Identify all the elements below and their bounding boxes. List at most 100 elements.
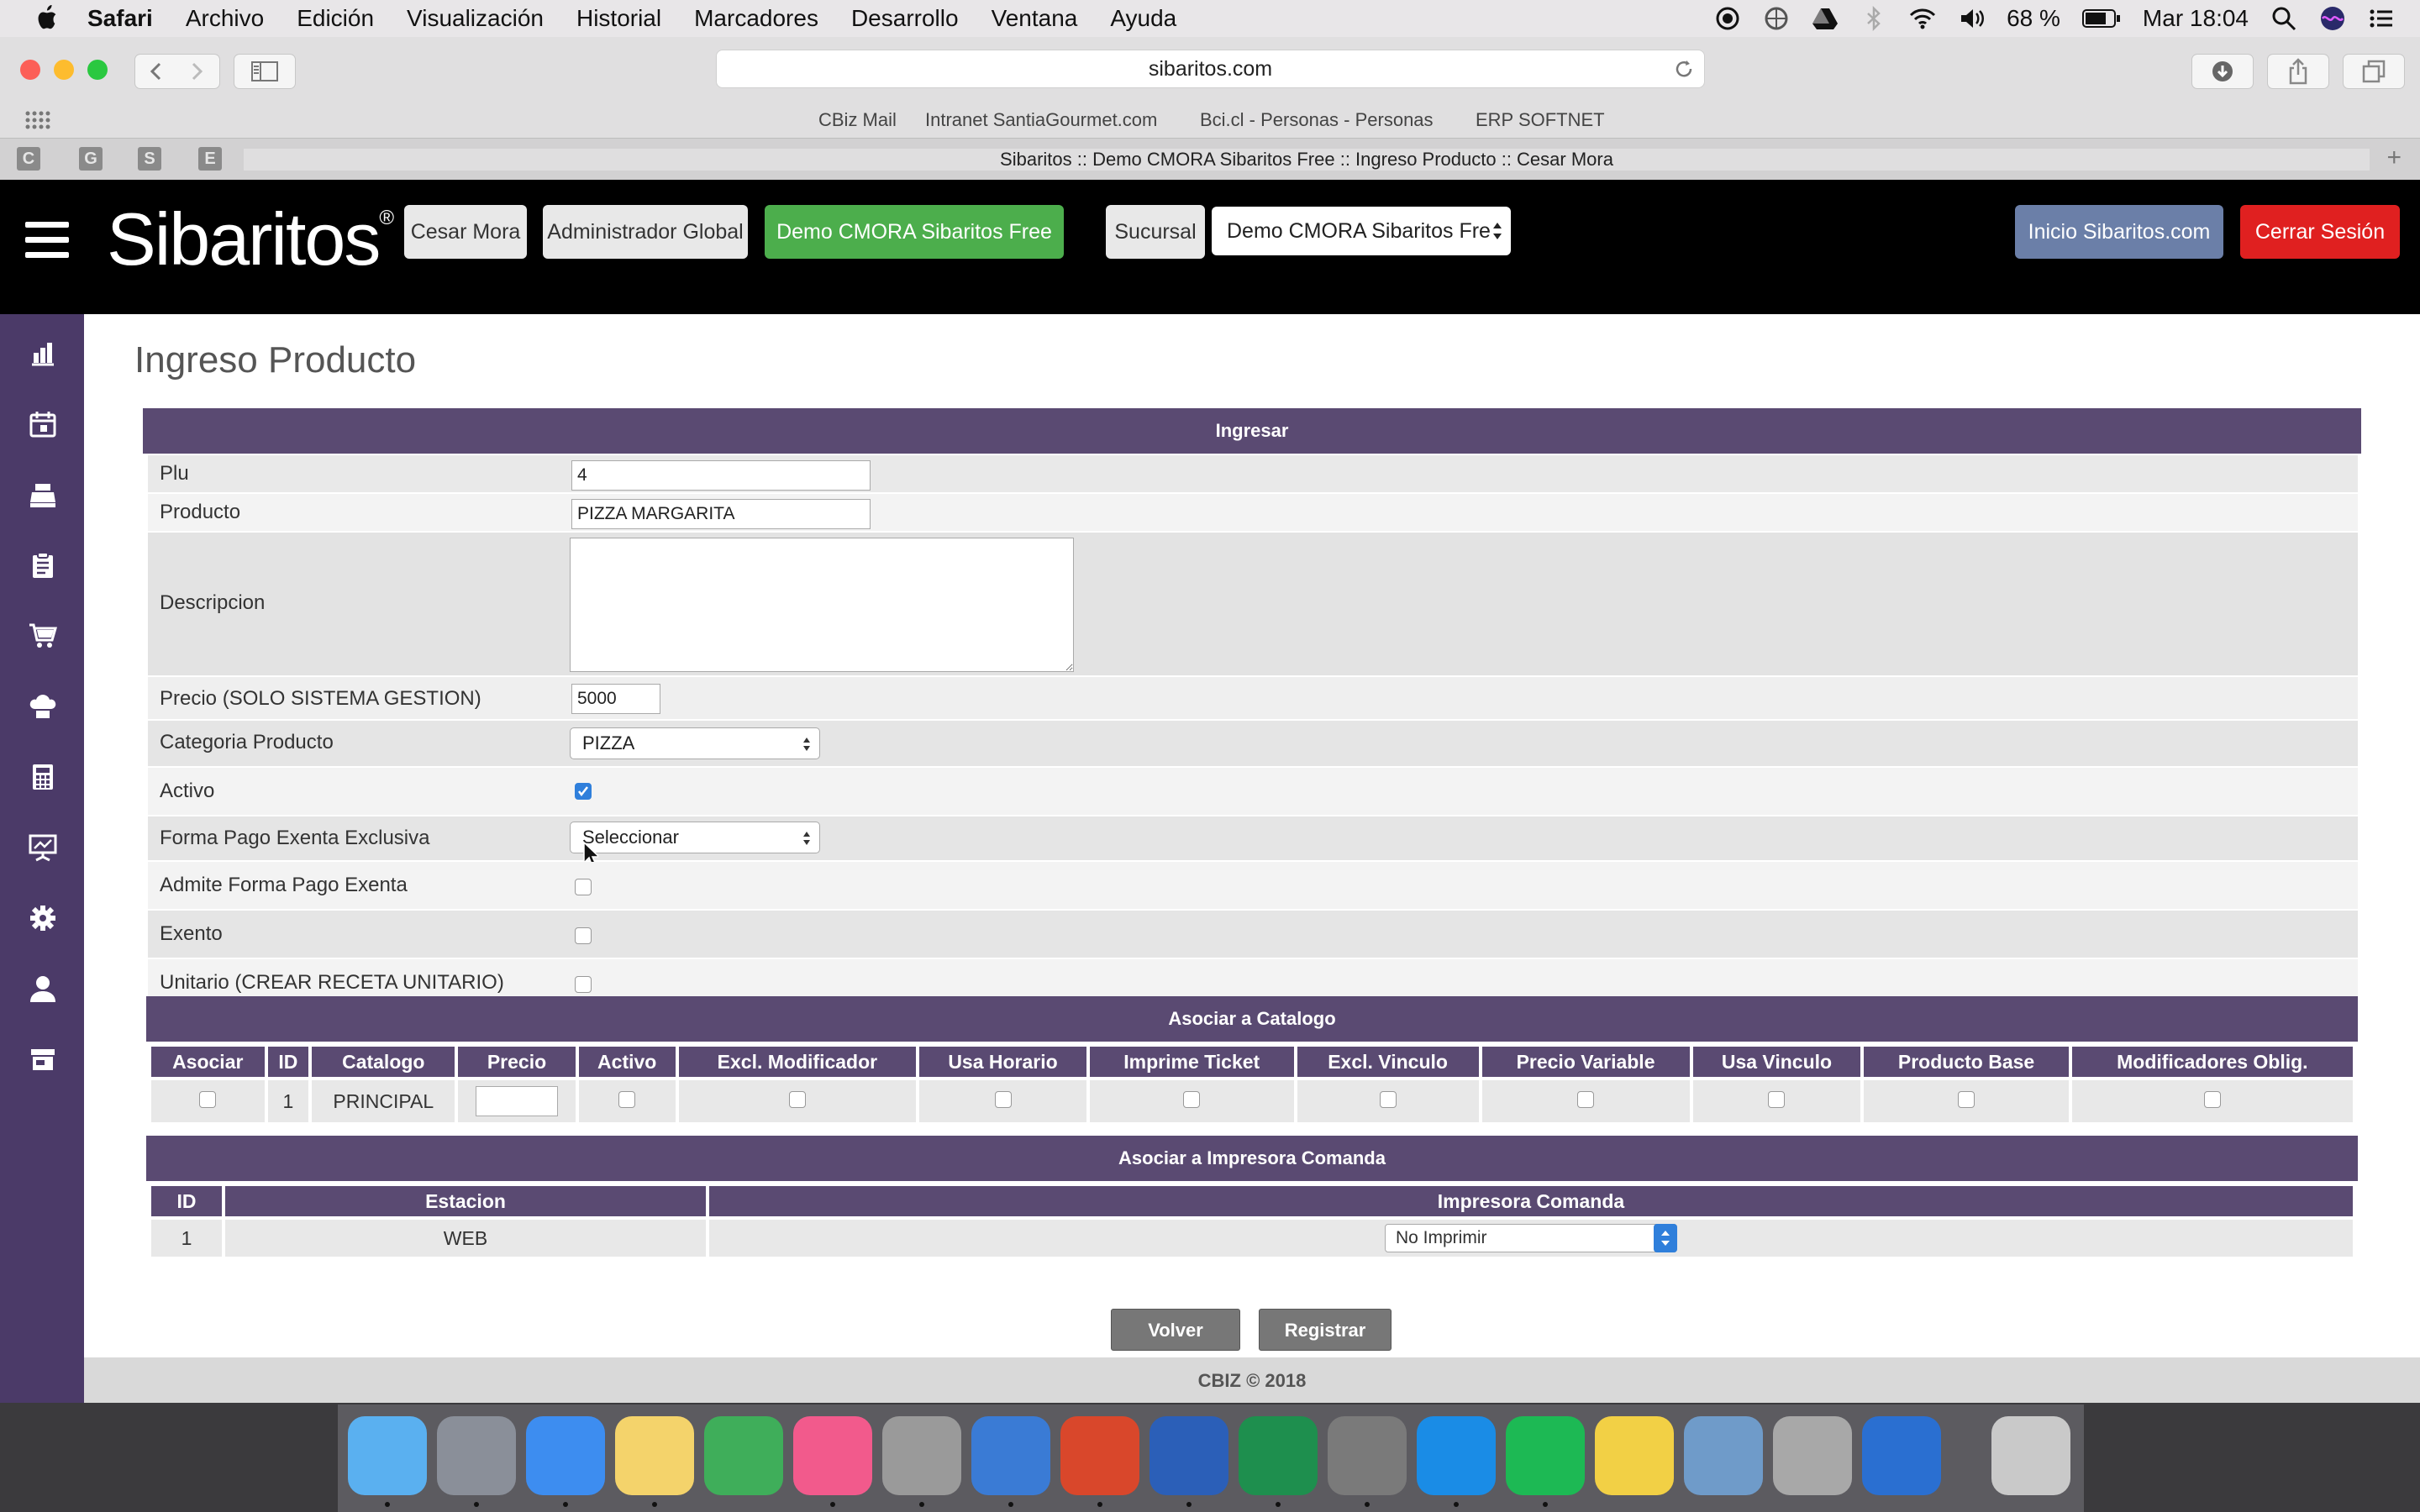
record-icon[interactable] — [1714, 5, 1741, 32]
branch-select[interactable]: Demo CMORA Sibaritos Fre — [1212, 207, 1511, 255]
favorite-cbiz-mail[interactable]: CBiz Mail — [818, 109, 897, 131]
pinned-tab-s[interactable]: S — [138, 147, 161, 171]
plu-input[interactable] — [571, 460, 871, 491]
excel-icon[interactable] — [1239, 1416, 1318, 1495]
calculator-icon[interactable] — [29, 763, 57, 791]
presentation-icon[interactable] — [29, 833, 57, 862]
imprime-ticket-checkbox[interactable] — [1183, 1090, 1201, 1108]
stickies-icon[interactable] — [1595, 1416, 1674, 1495]
minimize-window-button[interactable] — [54, 60, 74, 80]
brand-logo[interactable]: Sibaritos® — [107, 197, 394, 282]
admite-checkbox[interactable] — [575, 879, 592, 895]
itunes-icon[interactable] — [793, 1416, 872, 1495]
shopping-cart-icon[interactable] — [29, 622, 57, 650]
siri-icon[interactable] — [2319, 5, 2346, 32]
textedit-icon[interactable] — [615, 1416, 694, 1495]
modificadores-oblig-checkbox[interactable] — [2203, 1090, 2221, 1108]
menu-edicion[interactable]: Edición — [297, 5, 374, 32]
spotify-icon[interactable] — [1506, 1416, 1585, 1495]
branch-label-button[interactable]: Sucursal — [1106, 205, 1205, 259]
quicktime-icon[interactable] — [1862, 1416, 1941, 1495]
menu-archivo[interactable]: Archivo — [186, 5, 264, 32]
preview-icon[interactable] — [1684, 1416, 1763, 1495]
calendar-icon[interactable] — [29, 410, 57, 438]
trash-icon[interactable] — [1991, 1416, 2070, 1495]
maximize-window-button[interactable] — [87, 60, 108, 80]
chef-hat-icon[interactable] — [29, 692, 57, 721]
unitario-checkbox[interactable] — [575, 976, 592, 993]
menu-visualizacion[interactable]: Visualización — [407, 5, 544, 32]
pinned-tab-c[interactable]: C — [17, 147, 40, 171]
bar-chart-icon[interactable] — [29, 339, 57, 368]
excl-vinculo-checkbox[interactable] — [1379, 1090, 1397, 1108]
gear-icon[interactable] — [29, 904, 57, 932]
pinned-tab-g[interactable]: G — [79, 147, 103, 171]
excl-modificador-checkbox[interactable] — [788, 1090, 806, 1108]
menu-safari[interactable]: Safari — [87, 5, 153, 32]
precio-variable-checkbox[interactable] — [1577, 1090, 1595, 1108]
share-button[interactable] — [2267, 54, 2329, 89]
close-window-button[interactable] — [20, 60, 40, 80]
logout-button[interactable]: Cerrar Sesión — [2240, 205, 2400, 259]
precio-input[interactable] — [571, 684, 660, 714]
producto-base-checkbox[interactable] — [1958, 1090, 1975, 1108]
categoria-select[interactable]: PIZZA — [570, 727, 820, 759]
forward-arrow-icon[interactable] — [187, 61, 206, 81]
numbers-icon[interactable] — [704, 1416, 783, 1495]
reload-icon[interactable] — [1674, 59, 1694, 79]
user-button[interactable]: Cesar Mora — [404, 205, 527, 259]
favorite-bci[interactable]: Bci.cl - Personas - Personas — [1200, 109, 1434, 131]
printer-icon[interactable] — [1773, 1416, 1852, 1495]
apple-icon[interactable] — [34, 4, 59, 33]
notification-center-icon[interactable] — [2368, 5, 2395, 32]
keynote-icon[interactable] — [971, 1416, 1050, 1495]
tab-overview-button[interactable] — [2343, 54, 2405, 89]
catalogo-precio-input[interactable] — [476, 1086, 558, 1116]
clock[interactable]: Mar 18:04 — [2143, 5, 2249, 32]
descripcion-textarea[interactable] — [570, 538, 1074, 672]
favorite-intranet[interactable]: Intranet SantiaGourmet.com — [925, 109, 1157, 131]
home-button[interactable]: Inicio Sibaritos.com — [2015, 205, 2223, 259]
user-icon[interactable] — [29, 974, 57, 1003]
spotlight-search-icon[interactable] — [2270, 5, 2297, 32]
battery-icon[interactable] — [2081, 8, 2121, 29]
new-tab-button[interactable]: + — [2386, 144, 2402, 172]
menu-marcadores[interactable]: Marcadores — [694, 5, 818, 32]
powerpoint-icon[interactable] — [1060, 1416, 1139, 1495]
cash-register-icon[interactable] — [29, 480, 57, 509]
calculator-app-icon[interactable] — [882, 1416, 961, 1495]
launchpad-icon[interactable] — [437, 1416, 516, 1495]
system-preferences-icon[interactable] — [1328, 1416, 1407, 1495]
word-icon[interactable] — [1150, 1416, 1228, 1495]
sidebar-toggle-button[interactable] — [234, 54, 296, 89]
forma-pago-select[interactable]: Seleccionar — [570, 822, 820, 853]
menu-historial[interactable]: Historial — [576, 5, 661, 32]
company-button[interactable]: Demo CMORA Sibaritos Free — [765, 205, 1064, 259]
bluetooth-icon[interactable] — [1860, 5, 1887, 32]
favorite-erp-softnet[interactable]: ERP SOFTNET — [1476, 109, 1605, 131]
back-arrow-icon[interactable] — [147, 61, 166, 81]
volver-button[interactable]: Volver — [1111, 1309, 1240, 1351]
active-tab-title[interactable]: Sibaritos :: Demo CMORA Sibaritos Free :… — [244, 149, 2370, 171]
safari-icon[interactable] — [526, 1416, 605, 1495]
role-button[interactable]: Administrador Global — [543, 205, 748, 259]
menu-ventana[interactable]: Ventana — [992, 5, 1078, 32]
store-icon[interactable] — [29, 1045, 57, 1074]
grid-apps-icon[interactable] — [25, 111, 50, 129]
finder-icon[interactable] — [348, 1416, 427, 1495]
clipboard-icon[interactable] — [29, 551, 57, 580]
google-drive-icon[interactable] — [1812, 5, 1839, 32]
menu-ayuda[interactable]: Ayuda — [1110, 5, 1176, 32]
registrar-button[interactable]: Registrar — [1259, 1309, 1392, 1351]
usa-vinculo-checkbox[interactable] — [1768, 1090, 1786, 1108]
volume-icon[interactable] — [1958, 5, 1985, 32]
teamviewer-icon[interactable] — [1417, 1416, 1496, 1495]
producto-input[interactable] — [571, 499, 871, 529]
address-bar[interactable]: sibaritos.com — [716, 50, 1705, 88]
exento-checkbox[interactable] — [575, 927, 592, 944]
impresora-select[interactable]: No Imprimir — [1385, 1224, 1677, 1252]
catalogo-activo-checkbox[interactable] — [618, 1090, 636, 1108]
activo-checkbox[interactable] — [575, 783, 592, 800]
downloads-button[interactable] — [2191, 54, 2254, 89]
menu-desarrollo[interactable]: Desarrollo — [851, 5, 959, 32]
